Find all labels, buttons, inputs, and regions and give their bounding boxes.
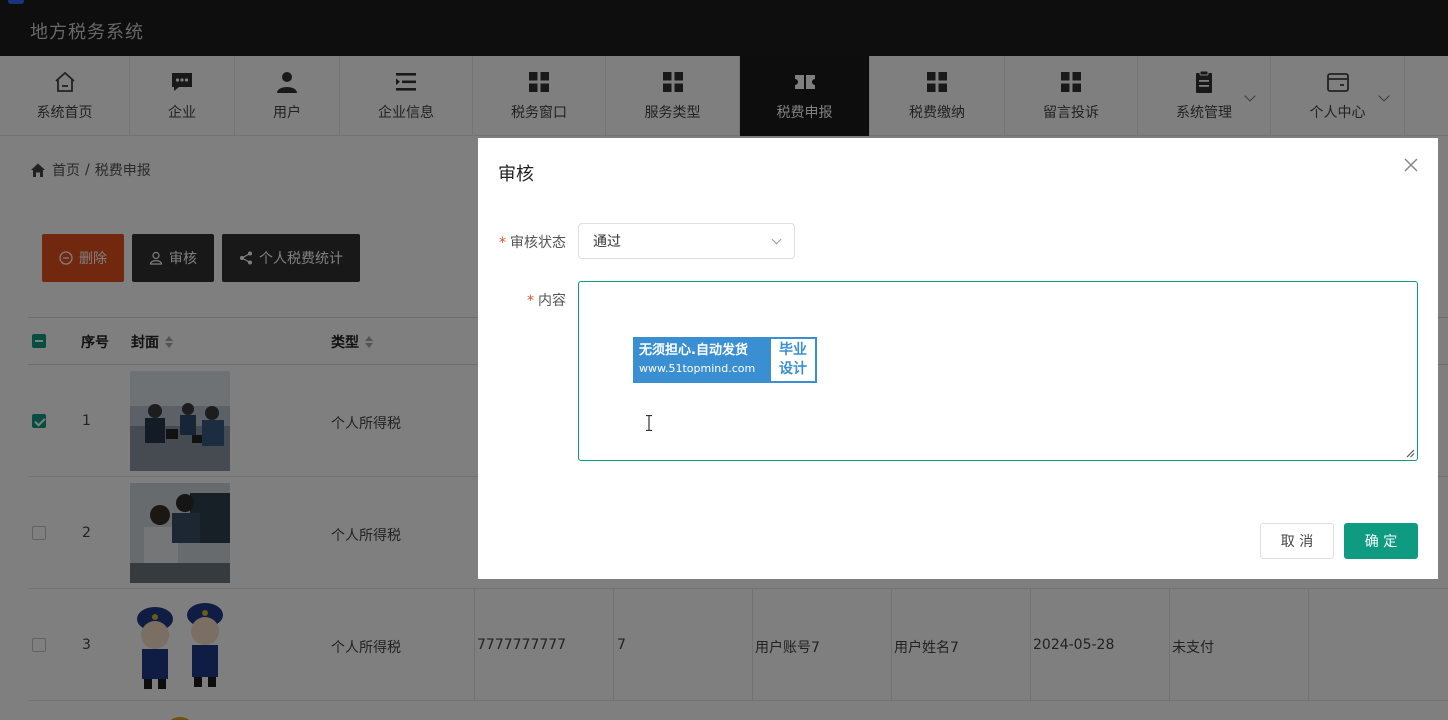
- watermark-logo: 无须担心.自动发货 www.51topmind.com 毕业 设计: [633, 337, 817, 383]
- watermark-line1: 无须担心.自动发货: [639, 343, 748, 358]
- required-mark: *: [499, 235, 506, 251]
- cancel-button[interactable]: 取 消: [1260, 523, 1334, 559]
- watermark-tag2: 设计: [779, 361, 807, 377]
- content-label: * 内容: [498, 290, 566, 310]
- content-textarea[interactable]: 无须担心.自动发货 www.51topmind.com 毕业 设计: [578, 281, 1418, 461]
- chevron-down-icon: [771, 234, 782, 244]
- audit-dialog: 审核 * 审核状态 通过 * 内容 无须担心.自动发货 www.51topmind.…: [478, 138, 1438, 579]
- required-mark: *: [527, 293, 534, 309]
- status-label-text: 审核状态: [510, 235, 566, 251]
- watermark-tag1: 毕业: [779, 342, 807, 358]
- confirm-button[interactable]: 确 定: [1344, 523, 1418, 559]
- watermark-text: 无须担心.自动发货 www.51topmind.com: [633, 337, 769, 383]
- dialog-title: 审核: [498, 164, 534, 185]
- watermark-tag: 毕业 设计: [769, 337, 817, 383]
- status-select-value: 通过: [593, 234, 621, 250]
- text-cursor-icon: [646, 415, 652, 431]
- watermark-line2: www.51topmind.com: [639, 362, 756, 375]
- status-label: * 审核状态: [498, 232, 566, 252]
- resize-grip-icon[interactable]: [1405, 448, 1415, 458]
- close-icon[interactable]: [1404, 158, 1418, 172]
- content-label-text: 内容: [538, 293, 566, 309]
- status-select[interactable]: 通过: [578, 223, 795, 259]
